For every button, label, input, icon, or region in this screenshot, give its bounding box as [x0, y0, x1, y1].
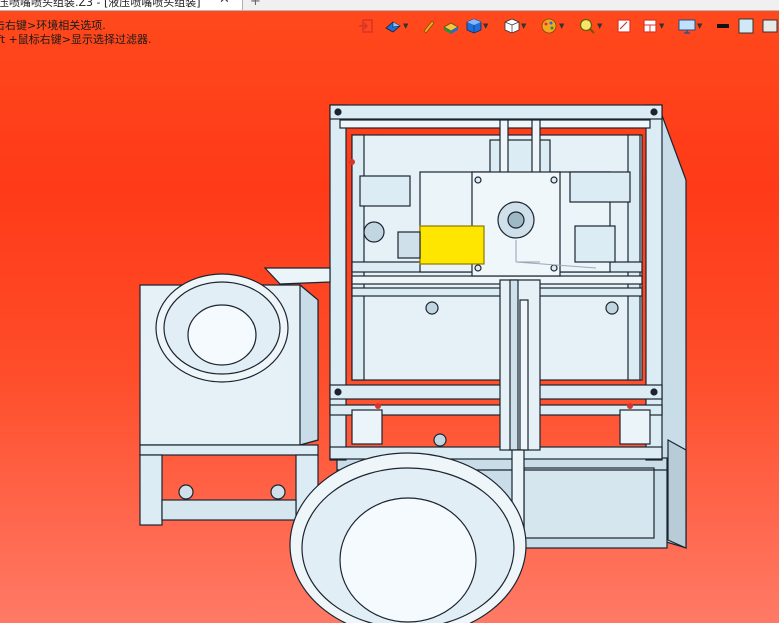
display-mode-button[interactable] — [442, 16, 460, 36]
document-tab-bar: 压喷嘴喷头组装.Z3 - [液压喷嘴喷头组装] ✕ + — [0, 0, 779, 11]
zoom-button[interactable]: ▼ — [578, 16, 602, 36]
chevron-down-icon: ▼ — [521, 22, 527, 30]
white-cube-button[interactable]: ▼ — [504, 16, 526, 36]
document-tab-title: 压喷嘴喷头组装.Z3 - [液压喷嘴喷头组装] — [0, 0, 201, 9]
pen-button[interactable] — [422, 16, 436, 36]
exit-button[interactable] — [358, 16, 374, 36]
shaded-cube-button[interactable]: ▼ — [466, 16, 488, 36]
section-button[interactable] — [616, 16, 632, 36]
machine-model — [139, 104, 687, 623]
black-box-icon — [717, 24, 729, 28]
display-settings-icon — [678, 19, 696, 34]
add-tab-icon[interactable]: + — [250, 0, 261, 9]
view-orient-icon — [385, 21, 401, 33]
chevron-down-icon: ▼ — [483, 22, 489, 30]
display-settings-button[interactable]: ▼ — [678, 16, 702, 36]
3d-viewport[interactable] — [0, 40, 779, 623]
exit-icon — [359, 19, 373, 33]
light-box-button[interactable] — [738, 16, 754, 36]
black-box-button[interactable] — [716, 16, 730, 36]
section-icon — [617, 19, 631, 33]
chevron-down-icon: ▼ — [559, 22, 565, 30]
shaded-cube-icon — [466, 18, 482, 34]
more-icon — [762, 19, 778, 33]
render-style-icon — [541, 18, 557, 34]
hint-line-1: 击右键>环境相关选项. — [0, 19, 106, 32]
white-cube-icon — [504, 18, 520, 34]
chevron-down-icon: ▼ — [597, 22, 603, 30]
close-icon[interactable]: ✕ — [219, 0, 230, 7]
pen-icon — [423, 20, 435, 34]
zoom-icon — [579, 18, 595, 34]
chevron-down-icon: ▼ — [659, 22, 665, 30]
chevron-down-icon: ▼ — [697, 22, 703, 30]
document-tab[interactable]: 压喷嘴喷头组装.Z3 - [液压喷嘴喷头组装] ✕ — [0, 0, 243, 10]
chevron-down-icon: ▼ — [403, 22, 409, 30]
light-box-icon — [738, 18, 754, 34]
layout-icon — [643, 19, 657, 33]
display-mode-icon — [443, 22, 459, 34]
layout-button[interactable]: ▼ — [642, 16, 664, 36]
more-button[interactable] — [762, 16, 778, 36]
view-orient-button[interactable]: ▼ — [384, 16, 408, 36]
render-style-button[interactable]: ▼ — [540, 16, 564, 36]
view-toolbar: ▼ ▼ ▼ ▼ ▼ ▼ ▼ — [354, 16, 779, 38]
